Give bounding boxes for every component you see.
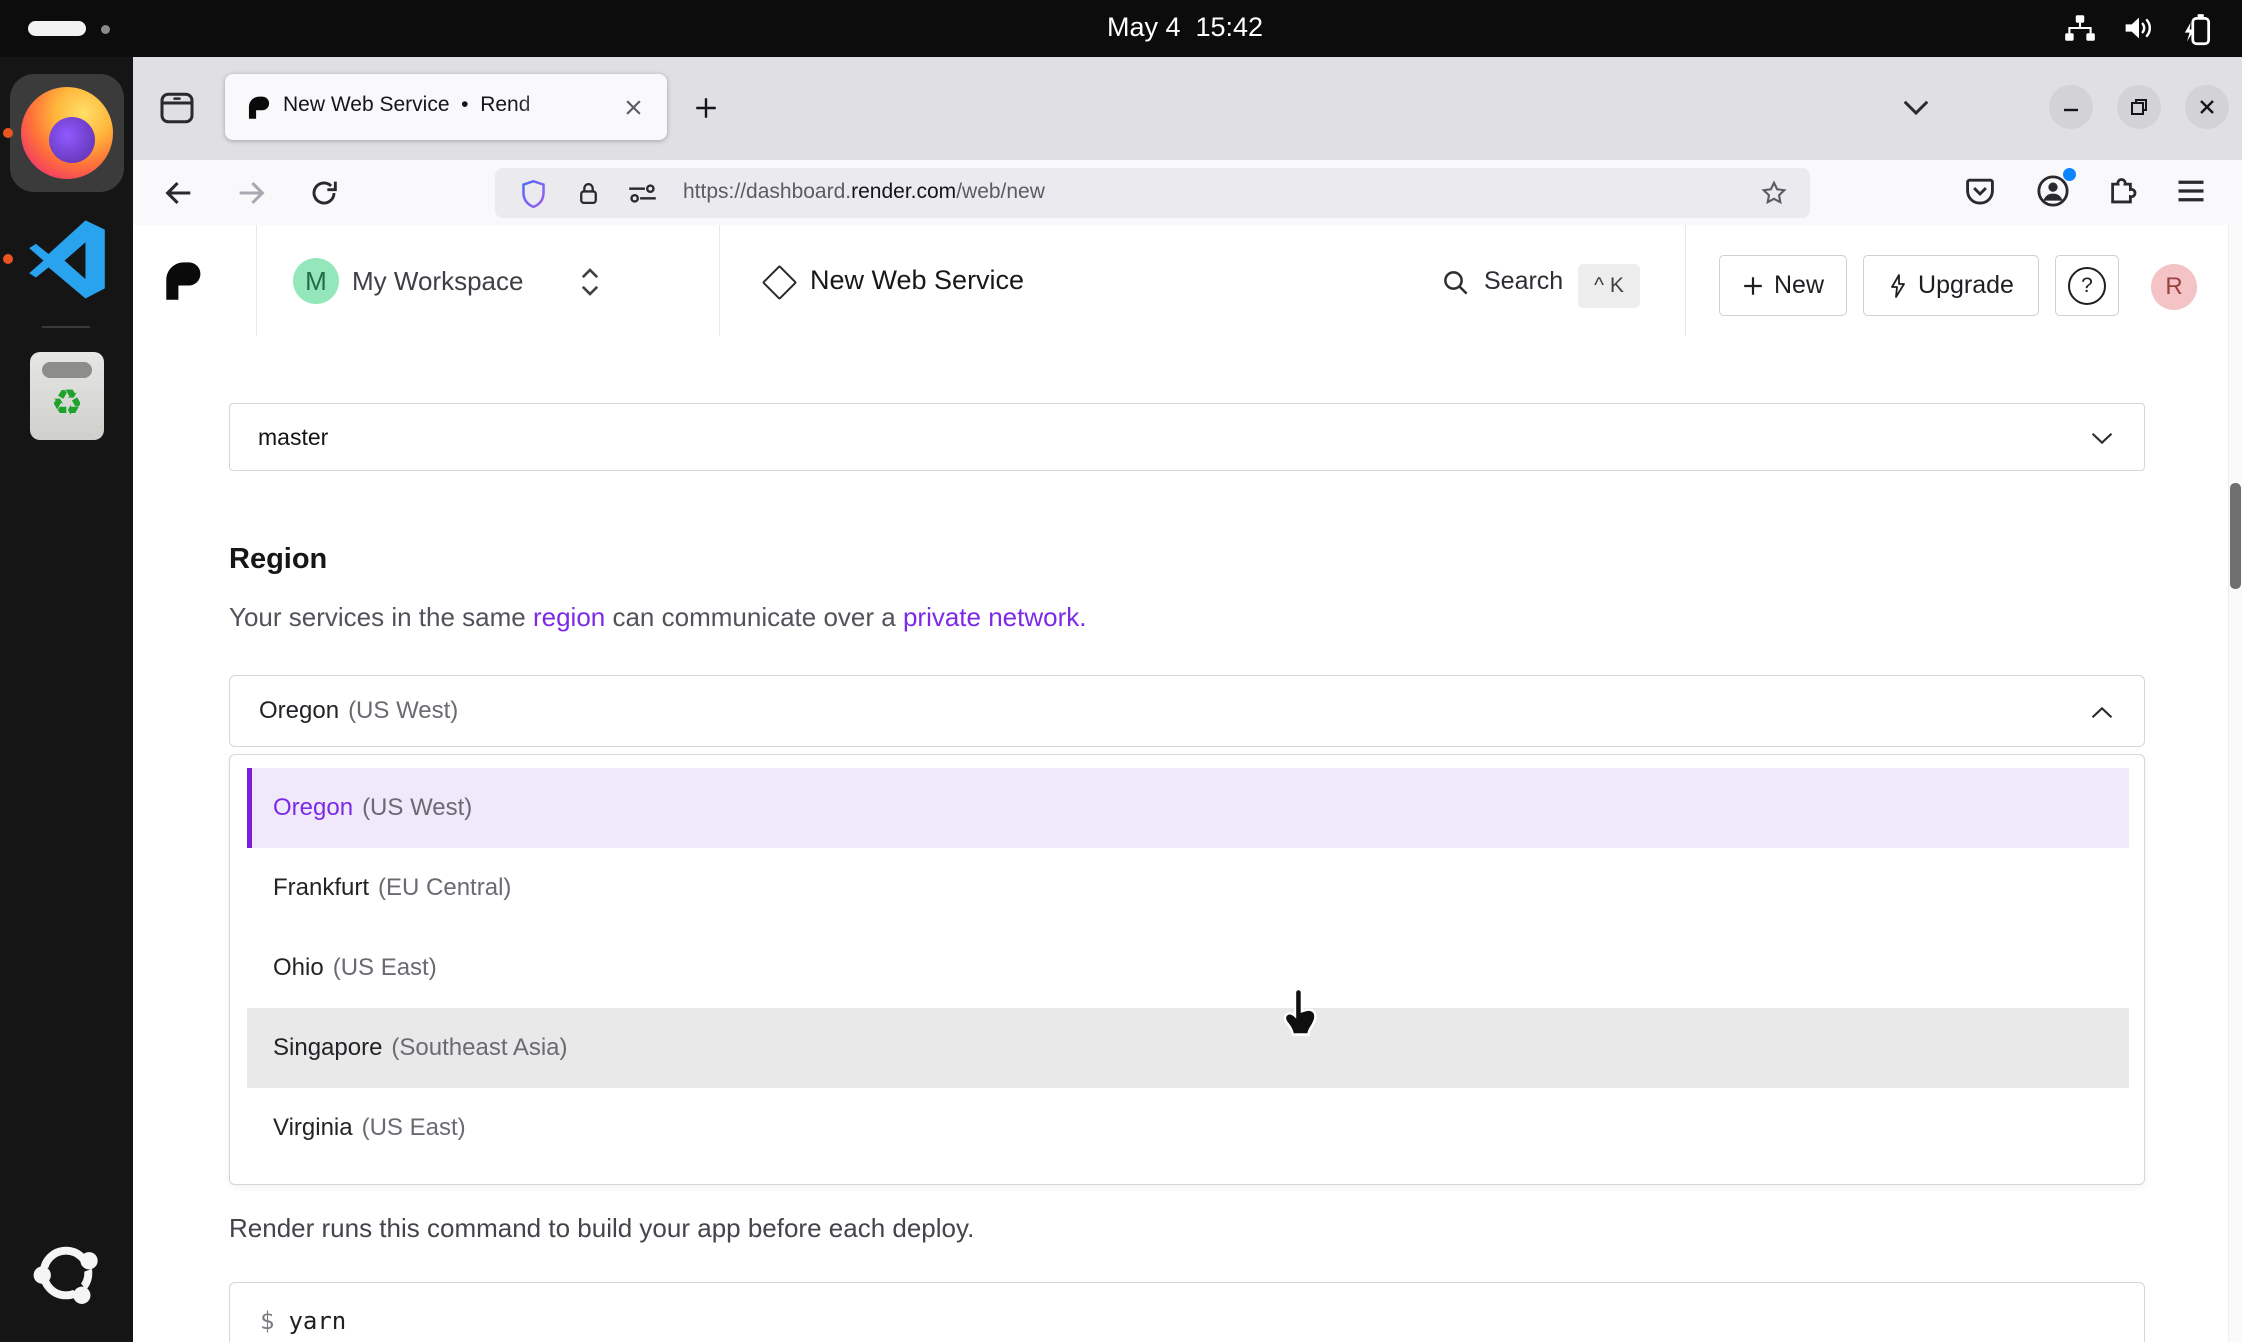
render-favicon [247, 94, 273, 120]
region-link[interactable]: region [533, 602, 605, 632]
region-option-oregon[interactable]: Oregon (US West) [247, 768, 2129, 848]
region-options-panel: Oregon (US West) Frankfurt (EU Central) … [229, 754, 2145, 1185]
region-description: Your services in the same region can com… [229, 602, 1086, 633]
system-top-bar: May 4 15:42 [0, 0, 2242, 57]
branch-select[interactable]: master [229, 403, 2145, 471]
close-icon [2197, 97, 2217, 117]
recycle-icon [30, 382, 104, 424]
search-button[interactable]: Search [1484, 267, 1563, 296]
desktop: May 4 15:42 [0, 0, 2242, 1342]
workspace-switcher-icon[interactable] [578, 265, 602, 299]
forward-icon[interactable] [234, 176, 268, 210]
url-domain: render.com [851, 180, 956, 203]
dock-item-firefox[interactable] [10, 74, 124, 192]
private-network-link[interactable]: private network. [903, 602, 1087, 632]
scrollbar-track[interactable] [2228, 225, 2242, 1342]
network-icon[interactable] [2062, 12, 2098, 44]
back-icon[interactable] [162, 176, 196, 210]
url-prefix: https://dashboard. [683, 180, 851, 203]
menu-hamburger-icon[interactable] [2176, 178, 2206, 204]
build-command-value: yarn [288, 1307, 346, 1335]
page-content: master Region Your services in the same … [133, 337, 2242, 1342]
service-diamond-icon [762, 265, 797, 300]
new-tab-icon[interactable] [693, 95, 719, 121]
tab-bar: New Web Service • Rend [133, 57, 2242, 160]
search-shortcut-badge: ^ K [1578, 264, 1640, 308]
branch-select-value: master [258, 424, 328, 451]
region-select-value: Oregon [259, 697, 339, 725]
firefox-view-icon[interactable] [157, 88, 197, 128]
lightning-icon [1888, 273, 1908, 299]
dock-divider [42, 326, 90, 328]
list-all-tabs-icon[interactable] [1901, 99, 1931, 117]
chevron-up-icon [2090, 706, 2114, 719]
battery-charging-icon[interactable] [2180, 12, 2214, 48]
region-select[interactable]: Oregon (US West) [229, 675, 2145, 747]
search-icon[interactable] [1441, 268, 1471, 298]
region-option-singapore[interactable]: Singapore (Southeast Asia) [247, 1008, 2129, 1088]
dock [0, 57, 133, 1342]
system-clock[interactable]: May 4 15:42 [1050, 12, 1320, 43]
trash-lid [42, 362, 92, 378]
dock-item-trash[interactable] [30, 352, 104, 440]
reload-icon[interactable] [308, 177, 340, 209]
region-option-frankfurt[interactable]: Frankfurt (EU Central) [247, 848, 2129, 928]
lock-icon[interactable] [575, 179, 602, 208]
workspace-indicator-dot[interactable] [101, 25, 110, 34]
tab-title: New Web Service • Rend [283, 93, 603, 117]
url-path: /web/new [956, 180, 1045, 203]
region-option-ohio[interactable]: Ohio (US East) [247, 928, 2129, 1008]
page-title: New Web Service [810, 265, 1024, 296]
help-button[interactable]: ? [2055, 255, 2119, 316]
region-heading: Region [229, 543, 327, 576]
browser-window: New Web Service • Rend [133, 57, 2242, 1342]
app-header: M My Workspace New Web Service Search ^ … [133, 225, 2242, 338]
restore-icon [2129, 97, 2149, 117]
render-logo[interactable] [163, 258, 207, 302]
scrollbar-thumb[interactable] [2230, 483, 2241, 589]
dock-item-vscode[interactable] [25, 217, 109, 301]
restore-button[interactable] [2117, 85, 2161, 129]
plus-icon [1742, 275, 1764, 297]
tracking-protection-shield-icon[interactable] [520, 179, 547, 208]
shell-prompt: $ [260, 1307, 274, 1335]
workspace-avatar[interactable]: M [293, 258, 339, 304]
bookmark-star-icon[interactable] [1760, 179, 1788, 207]
workspace-name[interactable]: My Workspace [352, 266, 523, 297]
tab-close-icon[interactable] [625, 99, 642, 116]
show-applications-button[interactable] [30, 1237, 102, 1309]
mouse-cursor [1278, 988, 1318, 1036]
user-avatar[interactable]: R [2151, 264, 2197, 310]
upgrade-button[interactable]: Upgrade [1863, 255, 2039, 316]
url-bar[interactable]: https://dashboard.render.com/web/new [495, 168, 1810, 218]
minimize-button[interactable] [2049, 85, 2093, 129]
question-icon: ? [2068, 267, 2106, 305]
firefox-running-dot [3, 128, 13, 138]
build-command-description: Render runs this command to build your a… [229, 1213, 974, 1244]
region-option-virginia[interactable]: Virginia (US East) [247, 1088, 2129, 1168]
permissions-icon[interactable] [628, 183, 657, 204]
firefox-icon [21, 87, 113, 179]
activities-indicator[interactable] [28, 21, 86, 36]
account-notification-dot [2063, 168, 2076, 181]
chevron-down-icon [2090, 432, 2114, 445]
vscode-running-dot [3, 254, 13, 264]
minimize-icon [2061, 97, 2081, 117]
close-window-button[interactable] [2185, 85, 2229, 129]
extensions-icon[interactable] [2105, 174, 2138, 207]
navigation-bar: https://dashboard.render.com/web/new [133, 160, 2242, 226]
volume-icon[interactable] [2122, 12, 2156, 44]
pocket-icon[interactable] [1964, 175, 1996, 209]
url-text: https://dashboard.render.com/web/new [683, 180, 1045, 204]
build-command-input[interactable]: $ yarn [229, 1282, 2145, 1342]
browser-tab[interactable]: New Web Service • Rend [225, 74, 667, 140]
new-button[interactable]: New [1719, 255, 1847, 316]
